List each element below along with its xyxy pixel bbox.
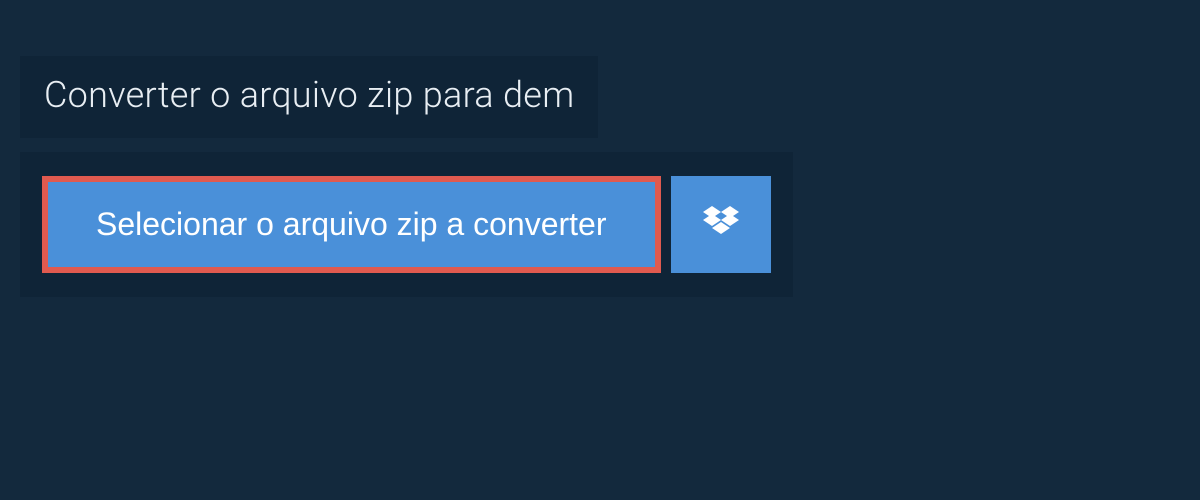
dropbox-button[interactable] [671, 176, 771, 273]
file-select-panel: Selecionar o arquivo zip a converter [20, 152, 793, 297]
page-title: Converter o arquivo zip para dem [44, 74, 574, 116]
select-file-label: Selecionar o arquivo zip a converter [96, 206, 607, 243]
select-file-button[interactable]: Selecionar o arquivo zip a converter [42, 176, 661, 273]
dropbox-icon [703, 206, 739, 243]
page-title-bar: Converter o arquivo zip para dem [20, 56, 598, 138]
